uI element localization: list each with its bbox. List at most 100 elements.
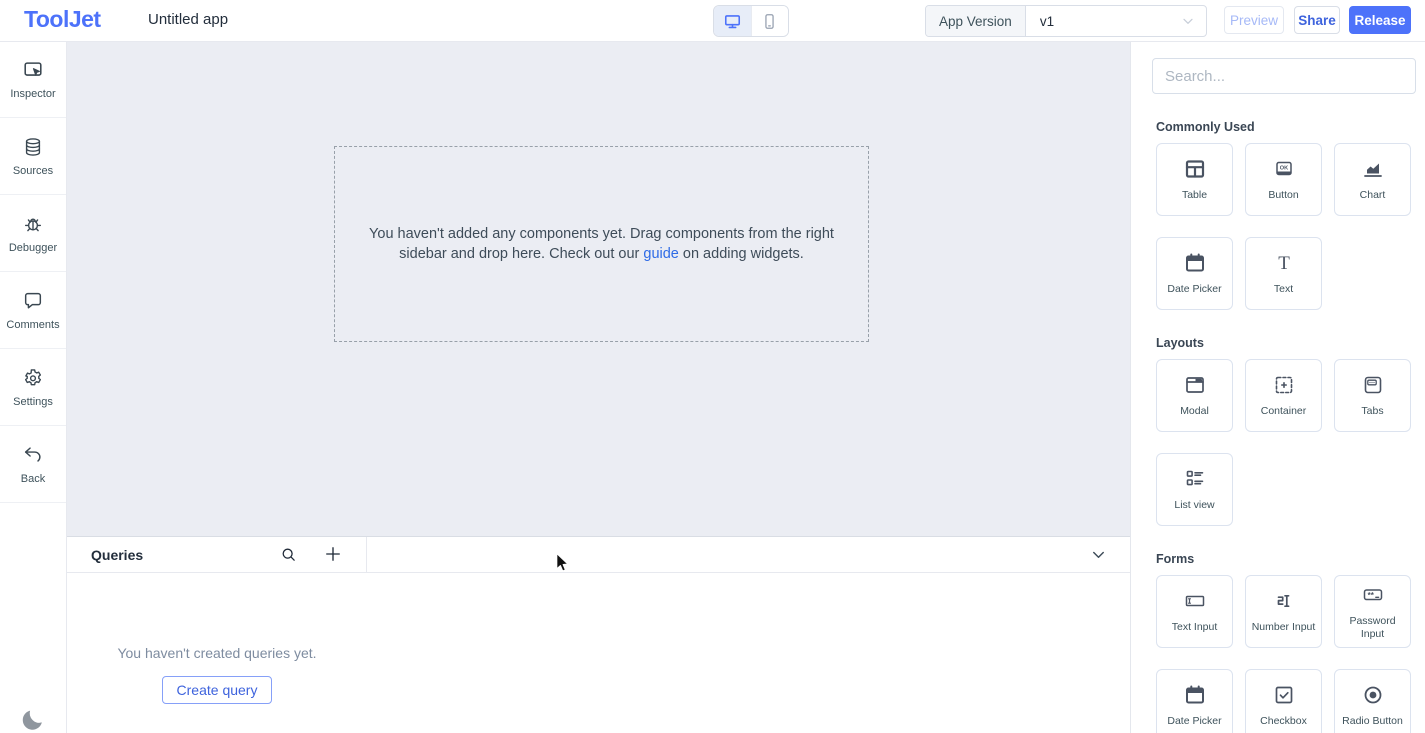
widget-card[interactable]: List view <box>1156 453 1233 526</box>
widget-section: Forms Text Input Number Input <box>1156 552 1425 733</box>
widget-grid: Table OK Button Chart <box>1156 143 1425 310</box>
canvas-empty-message: You haven't added any components yet. Dr… <box>366 224 838 264</box>
modal-icon <box>1183 373 1207 397</box>
inspector-icon <box>22 59 44 81</box>
collapse-query-panel-button[interactable] <box>1089 545 1108 564</box>
layout-toggle <box>713 5 789 37</box>
mobile-layout-button[interactable] <box>751 6 789 36</box>
widget-section-title: Layouts <box>1156 336 1425 350</box>
dark-mode-toggle[interactable] <box>21 707 46 732</box>
left-sidebar-item-label: Back <box>21 473 45 485</box>
app-version-label: App Version <box>926 6 1026 36</box>
tabs-icon <box>1361 373 1385 397</box>
widget-card-label: Number Input <box>1248 621 1320 634</box>
empty-message-text-after: on adding widgets. <box>679 246 804 262</box>
canvas-dropzone[interactable]: You haven't added any components yet. Dr… <box>334 146 869 342</box>
desktop-layout-button[interactable] <box>714 6 751 36</box>
canvas[interactable]: You haven't added any components yet. Dr… <box>67 41 1130 536</box>
query-search-button[interactable] <box>280 546 297 563</box>
listview-icon <box>1183 467 1207 491</box>
left-sidebar-item-label: Comments <box>6 319 59 331</box>
comments-icon <box>22 290 44 312</box>
left-sidebar-item-label: Debugger <box>9 242 57 254</box>
widget-card-label: Password Input <box>1335 615 1410 641</box>
left-sidebar-item-label: Sources <box>13 165 53 177</box>
guide-link[interactable]: guide <box>643 246 678 262</box>
widget-section: Layouts Modal Container <box>1156 336 1425 526</box>
textinput-icon <box>1183 589 1207 613</box>
left-sidebar-item[interactable]: Debugger <box>0 195 66 272</box>
mobile-icon <box>760 12 779 31</box>
query-panel-header-left: Queries <box>67 537 367 572</box>
chevron-down-icon <box>1180 13 1196 29</box>
settings-icon <box>22 367 44 389</box>
widget-card[interactable]: Radio Button <box>1334 669 1411 733</box>
query-panel-header-right <box>367 537 1130 572</box>
app-title[interactable]: Untitled app <box>148 11 228 28</box>
back-icon <box>22 444 44 466</box>
preview-button[interactable]: Preview <box>1224 6 1284 34</box>
tooljet-logo[interactable]: ToolJet <box>24 6 101 33</box>
datepicker-icon <box>1183 683 1207 707</box>
widget-card-label: Text <box>1270 283 1297 296</box>
share-button[interactable]: Share <box>1294 6 1340 34</box>
text-icon: T <box>1272 251 1296 275</box>
numberinput-icon <box>1272 589 1296 613</box>
desktop-icon <box>723 12 742 31</box>
query-panel: Queries You haven't created queries yet.… <box>67 536 1130 733</box>
widget-section: Commonly Used Table OK Button <box>1156 120 1425 310</box>
widget-card[interactable]: Chart <box>1334 143 1411 216</box>
widget-card-label: Tabs <box>1357 405 1387 418</box>
button-icon: OK <box>1272 157 1296 181</box>
widget-card-label: Table <box>1178 189 1211 202</box>
checkbox-icon <box>1272 683 1296 707</box>
queries-empty-text: You haven't created queries yet. <box>117 645 316 661</box>
widget-grid: Text Input Number Input ** Password Inpu… <box>1156 575 1425 733</box>
left-sidebar-item[interactable]: Sources <box>0 118 66 195</box>
widget-card[interactable]: Text Input <box>1156 575 1233 648</box>
left-sidebar-item[interactable]: Inspector <box>0 41 66 118</box>
top-bar: ToolJet Untitled app App Version v1 Prev… <box>0 0 1425 42</box>
svg-text:T: T <box>1278 253 1290 274</box>
create-query-button[interactable]: Create query <box>162 676 273 704</box>
app-version-select[interactable]: v1 <box>1026 6 1206 36</box>
svg-text:**: ** <box>1367 591 1374 600</box>
widget-card[interactable]: Tabs <box>1334 359 1411 432</box>
widget-card[interactable]: ** Password Input <box>1334 575 1411 648</box>
widget-card-label: Button <box>1264 189 1302 202</box>
widget-card[interactable]: Date Picker <box>1156 237 1233 310</box>
widget-card-label: Date Picker <box>1163 283 1225 296</box>
left-sidebar-item[interactable]: Settings <box>0 349 66 426</box>
widget-card-label: Chart <box>1356 189 1390 202</box>
widget-card[interactable]: Container <box>1245 359 1322 432</box>
widget-card-label: Container <box>1257 405 1311 418</box>
widget-card[interactable]: Checkbox <box>1245 669 1322 733</box>
widget-section-title: Commonly Used <box>1156 120 1425 134</box>
left-sidebar-item-label: Settings <box>13 396 53 408</box>
widget-card[interactable]: OK Button <box>1245 143 1322 216</box>
widget-sections: Commonly Used Table OK Button <box>1131 120 1425 733</box>
widget-card-label: Date Picker <box>1163 715 1225 728</box>
query-list-panel: You haven't created queries yet. Create … <box>67 573 367 704</box>
svg-text:OK: OK <box>1279 166 1287 172</box>
release-button[interactable]: Release <box>1349 6 1411 34</box>
debugger-icon <box>22 213 44 235</box>
container-icon <box>1272 373 1296 397</box>
widget-card[interactable]: Number Input <box>1245 575 1322 648</box>
left-sidebar-item[interactable]: Comments <box>0 272 66 349</box>
widget-card-label: Text Input <box>1168 621 1222 634</box>
left-sidebar-item[interactable]: Back <box>0 426 66 503</box>
query-panel-header: Queries <box>67 537 1130 573</box>
chart-icon <box>1361 157 1385 181</box>
widget-card[interactable]: Table <box>1156 143 1233 216</box>
widget-card[interactable]: T Text <box>1245 237 1322 310</box>
widget-card[interactable]: Modal <box>1156 359 1233 432</box>
widget-card-label: Checkbox <box>1256 715 1311 728</box>
widget-section-title: Forms <box>1156 552 1425 566</box>
add-query-button[interactable] <box>323 544 343 564</box>
passwordinput-icon: ** <box>1361 583 1385 607</box>
widget-card[interactable]: Date Picker <box>1156 669 1233 733</box>
widget-search-input[interactable] <box>1152 58 1416 94</box>
sources-icon <box>22 136 44 158</box>
queries-title: Queries <box>91 547 143 563</box>
